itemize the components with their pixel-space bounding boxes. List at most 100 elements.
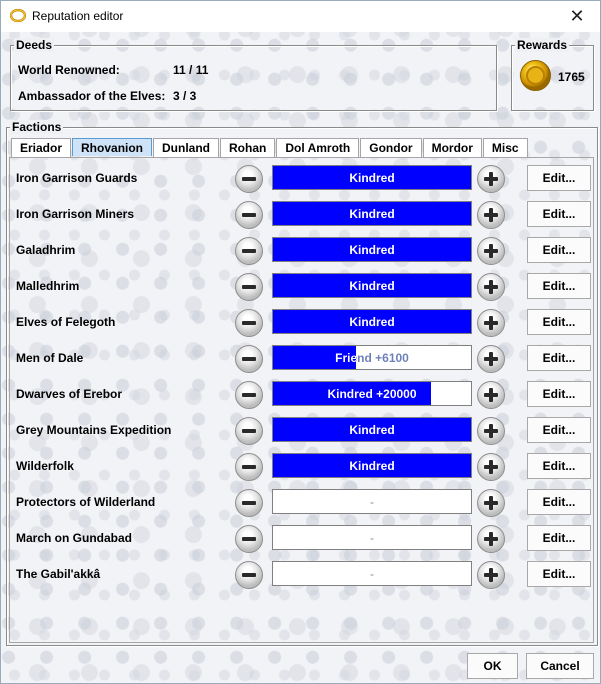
reputation-bar: Kindred: [272, 201, 472, 226]
increase-reputation-button[interactable]: [477, 345, 505, 373]
faction-row: Grey Mountains Expedition Kindred Edit...: [10, 417, 593, 453]
faction-name: March on Gundabad: [16, 531, 133, 545]
decrease-reputation-button[interactable]: [235, 237, 263, 265]
faction-row: The Gabil'akkâ - Edit...: [10, 561, 593, 597]
deed-value: 3 / 3: [173, 89, 197, 103]
faction-name: Iron Garrison Guards: [16, 171, 138, 185]
deeds-group: Deeds World Renowned: 11 / 11 Ambassador…: [10, 38, 497, 111]
reputation-bar: Kindred: [272, 237, 472, 262]
reputation-standing: Kindred: [349, 314, 395, 329]
reputation-standing: Kindred: [349, 278, 395, 293]
tab-dunland[interactable]: Dunland: [153, 138, 220, 157]
edit-faction-button[interactable]: Edit...: [527, 561, 591, 587]
decrease-reputation-button[interactable]: [235, 417, 263, 445]
plus-icon: [484, 244, 498, 258]
tab-mordor[interactable]: Mordor: [422, 138, 482, 157]
plus-icon: [484, 352, 498, 366]
tab-misc[interactable]: Misc: [482, 138, 528, 157]
faction-name: The Gabil'akkâ: [16, 567, 101, 581]
increase-reputation-button[interactable]: [477, 489, 505, 517]
minus-icon: [242, 249, 256, 253]
edit-faction-button[interactable]: Edit...: [527, 345, 591, 371]
increase-reputation-button[interactable]: [477, 561, 505, 589]
reputation-bar: Kindred: [272, 165, 472, 190]
edit-faction-button[interactable]: Edit...: [527, 453, 591, 479]
reputation-bar: Kindred: [272, 453, 472, 478]
faction-list: Iron Garrison Guards Kindred Edit... Iron G…: [9, 157, 594, 643]
minus-icon: [242, 465, 256, 469]
reputation-standing: -: [370, 566, 374, 581]
decrease-reputation-button[interactable]: [235, 273, 263, 301]
deed-value: 11 / 11: [173, 63, 209, 77]
increase-reputation-button[interactable]: [477, 201, 505, 229]
factions-label: Factions: [10, 120, 64, 134]
reputation-bar: Kindred +20000: [272, 381, 472, 406]
faction-row: Galadhrim Kindred Edit...: [10, 237, 593, 273]
edit-faction-button[interactable]: Edit...: [527, 237, 591, 263]
ok-button[interactable]: OK: [467, 653, 518, 679]
faction-row: Iron Garrison Guards Kindred Edit...: [10, 165, 593, 201]
deed-name: World Renowned:: [18, 63, 120, 77]
region-tabs: Eriador Rhovanion Dunland Rohan Dol Amro…: [11, 138, 529, 157]
tab-dol-amroth[interactable]: Dol Amroth: [276, 138, 360, 157]
edit-faction-button[interactable]: Edit...: [527, 309, 591, 335]
reputation-standing: -: [370, 530, 374, 545]
faction-name: Iron Garrison Miners: [16, 207, 135, 221]
increase-reputation-button[interactable]: [477, 309, 505, 337]
reputation-bar: Kindred: [272, 273, 472, 298]
minus-icon: [242, 357, 256, 361]
edit-faction-button[interactable]: Edit...: [527, 381, 591, 407]
decrease-reputation-button[interactable]: [235, 453, 263, 481]
cancel-button[interactable]: Cancel: [526, 653, 594, 679]
reputation-bar: -: [272, 489, 472, 514]
rewards-label: Rewards: [515, 38, 570, 52]
plus-icon: [484, 532, 498, 546]
reputation-bar: Friend +6100: [272, 345, 472, 370]
decrease-reputation-button[interactable]: [235, 165, 263, 193]
edit-faction-button[interactable]: Edit...: [527, 489, 591, 515]
close-button[interactable]: ✕: [554, 1, 600, 32]
deed-name: Ambassador of the Elves:: [18, 89, 166, 103]
increase-reputation-button[interactable]: [477, 165, 505, 193]
reputation-standing: Friend +6100: [273, 346, 471, 369]
decrease-reputation-button[interactable]: [235, 381, 263, 409]
decrease-reputation-button[interactable]: [235, 525, 263, 553]
ring-icon: [10, 9, 26, 22]
reputation-standing: Kindred: [349, 242, 395, 257]
decrease-reputation-button[interactable]: [235, 345, 263, 373]
reputation-standing: Kindred: [349, 458, 395, 473]
edit-faction-button[interactable]: Edit...: [527, 273, 591, 299]
minus-icon: [242, 321, 256, 325]
plus-icon: [484, 172, 498, 186]
plus-icon: [484, 388, 498, 402]
edit-faction-button[interactable]: Edit...: [527, 525, 591, 551]
minus-icon: [242, 501, 256, 505]
plus-icon: [484, 280, 498, 294]
tab-rohan[interactable]: Rohan: [220, 138, 276, 157]
faction-name: Protectors of Wilderland: [16, 495, 156, 509]
edit-faction-button[interactable]: Edit...: [527, 201, 591, 227]
faction-name: Grey Mountains Expedition: [16, 423, 172, 437]
faction-row: Malledhrim Kindred Edit...: [10, 273, 593, 309]
tab-rhovanion[interactable]: Rhovanion: [72, 138, 153, 156]
reputation-standing: -: [370, 494, 374, 509]
plus-icon: [484, 496, 498, 510]
edit-faction-button[interactable]: Edit...: [527, 417, 591, 443]
minus-icon: [242, 285, 256, 289]
tab-gondor[interactable]: Gondor: [360, 138, 422, 157]
plus-icon: [484, 424, 498, 438]
tab-eriador[interactable]: Eriador: [11, 138, 72, 157]
increase-reputation-button[interactable]: [477, 237, 505, 265]
increase-reputation-button[interactable]: [477, 525, 505, 553]
faction-name: Malledhrim: [16, 279, 80, 293]
increase-reputation-button[interactable]: [477, 453, 505, 481]
decrease-reputation-button[interactable]: [235, 201, 263, 229]
increase-reputation-button[interactable]: [477, 417, 505, 445]
decrease-reputation-button[interactable]: [235, 561, 263, 589]
decrease-reputation-button[interactable]: [235, 309, 263, 337]
increase-reputation-button[interactable]: [477, 273, 505, 301]
faction-name: Elves of Felegoth: [16, 315, 116, 329]
edit-faction-button[interactable]: Edit...: [527, 165, 591, 191]
increase-reputation-button[interactable]: [477, 381, 505, 409]
decrease-reputation-button[interactable]: [235, 489, 263, 517]
